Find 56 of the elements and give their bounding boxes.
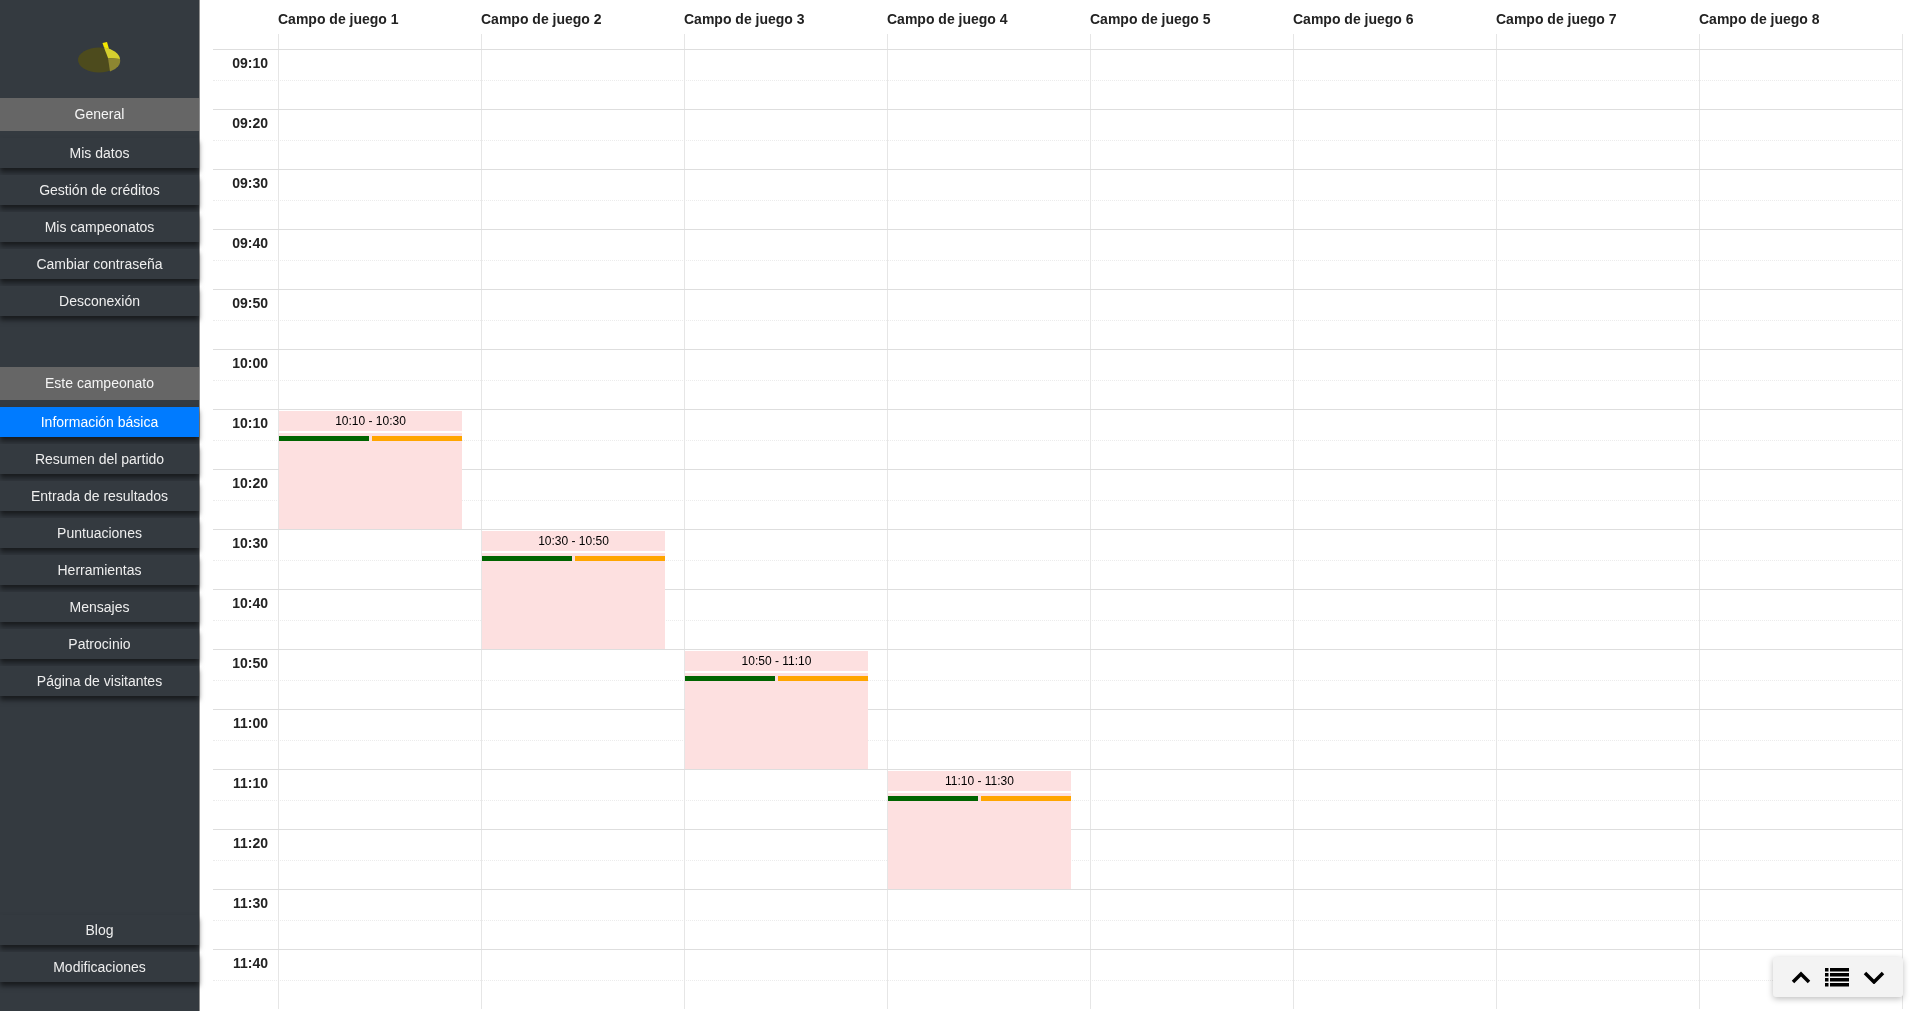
sidebar-item[interactable]: Entrada de resultados xyxy=(0,481,199,511)
match-time: 10:30 - 10:50 xyxy=(538,533,609,550)
chevron-up-icon xyxy=(1791,970,1811,984)
sidebar-item[interactable]: Mensajes xyxy=(0,592,199,622)
logo xyxy=(77,41,122,73)
sidebar-item[interactable]: Mis campeonatos xyxy=(0,212,199,242)
sidebar-item[interactable]: Puntuaciones xyxy=(0,518,199,548)
section-heading: Este campeonato xyxy=(0,367,199,400)
column-header: Campo de juego 4 xyxy=(887,11,1008,27)
time-label: 09:40 xyxy=(232,235,268,251)
time-label: 10:00 xyxy=(232,355,268,371)
sidebar-item[interactable]: Desconexión xyxy=(0,286,199,316)
sidebar-item[interactable]: Información básica xyxy=(0,407,199,437)
column-header: Campo de juego 8 xyxy=(1699,11,1820,27)
match-block[interactable]: 10:30 - 10:50 xyxy=(482,531,665,649)
sidebar-item[interactable]: Patrocinio xyxy=(0,629,199,659)
sidebar-item[interactable]: Cambiar contraseña xyxy=(0,249,199,279)
time-label: 09:50 xyxy=(232,295,268,311)
scroll-down-button[interactable] xyxy=(1863,970,1885,984)
time-label: 10:50 xyxy=(232,655,268,671)
sidebar-item[interactable]: Herramientas xyxy=(0,555,199,585)
time-label: 10:20 xyxy=(232,475,268,491)
sidebar-item[interactable]: Resumen del partido xyxy=(0,444,199,474)
time-label: 10:30 xyxy=(232,535,268,551)
time-label: 11:10 xyxy=(232,775,268,791)
time-label: 09:30 xyxy=(232,175,268,191)
chevron-down-icon xyxy=(1863,970,1885,984)
column-header: Campo de juego 6 xyxy=(1293,11,1414,27)
time-label: 10:40 xyxy=(232,595,268,611)
column-header: Campo de juego 2 xyxy=(481,11,602,27)
time-label: 11:30 xyxy=(232,895,268,911)
time-label: 10:10 xyxy=(232,415,268,431)
sidebar-item[interactable]: Modificaciones xyxy=(0,952,199,982)
sidebar-item[interactable]: Blog xyxy=(0,915,199,945)
match-block[interactable]: 10:50 - 11:10 xyxy=(685,651,868,769)
match-block[interactable]: 11:10 - 11:30 xyxy=(888,771,1071,889)
time-label: 11:40 xyxy=(232,955,268,971)
sidebar-item[interactable]: Mis datos xyxy=(0,138,199,168)
time-label: 11:00 xyxy=(232,715,268,731)
list-button[interactable] xyxy=(1825,967,1849,987)
list-icon xyxy=(1825,967,1849,987)
sidebar-item[interactable]: Página de visitantes xyxy=(0,666,199,696)
column-header: Campo de juego 3 xyxy=(684,11,805,27)
match-time: 11:10 - 11:30 xyxy=(945,773,1014,790)
match-time: 10:50 - 11:10 xyxy=(741,653,812,670)
sidebar-item[interactable]: Gestión de créditos xyxy=(0,175,199,205)
time-label: 09:10 xyxy=(232,55,268,71)
column-header: Campo de juego 7 xyxy=(1496,11,1617,27)
column-header: Campo de juego 5 xyxy=(1090,11,1211,27)
match-time: 10:10 - 10:30 xyxy=(335,413,406,430)
scroll-up-button[interactable] xyxy=(1791,970,1811,984)
match-block[interactable]: 10:10 - 10:30 xyxy=(279,411,462,529)
time-label: 09:20 xyxy=(232,115,268,131)
column-header: Campo de juego 1 xyxy=(278,11,399,27)
time-label: 11:20 xyxy=(232,835,268,851)
section-heading: General xyxy=(0,98,199,131)
